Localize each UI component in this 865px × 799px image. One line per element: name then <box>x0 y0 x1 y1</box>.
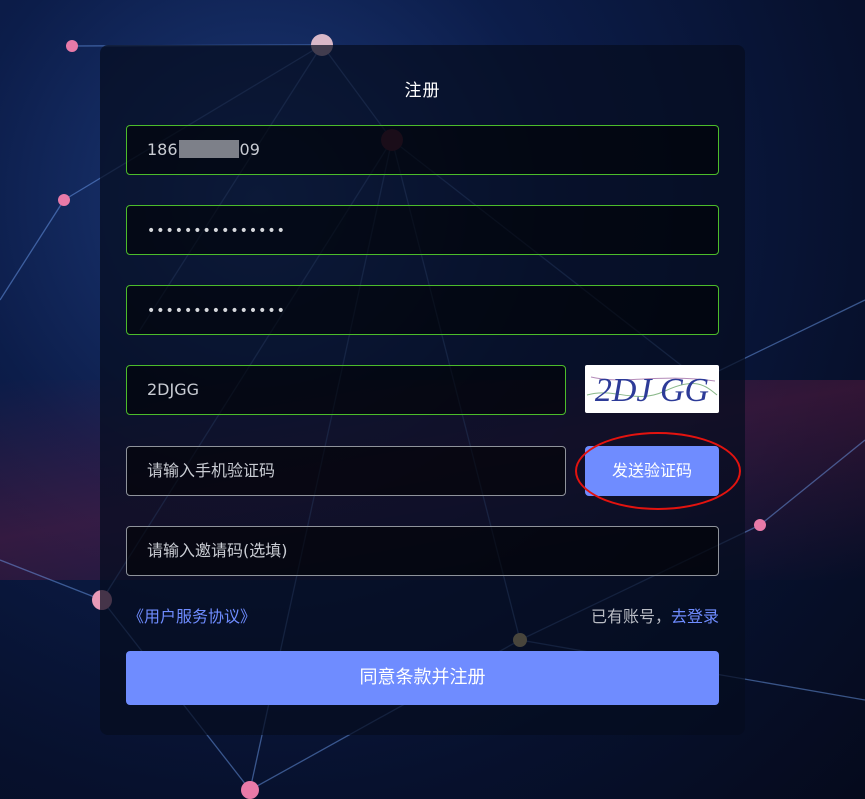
highlight-circle <box>575 432 741 510</box>
sms-code-placeholder: 请输入手机验证码 <box>147 461 276 480</box>
invite-code-input[interactable]: 请输入邀请码(选填) <box>126 526 719 576</box>
phone-prefix: 186 <box>147 140 178 159</box>
captcha-image[interactable]: 2DJ GG <box>585 365 719 413</box>
password-input[interactable]: ••••••••••••••• <box>126 205 719 255</box>
have-account-text: 已有账号， <box>590 607 671 626</box>
captcha-input[interactable]: 2DJGG <box>126 365 566 415</box>
login-link[interactable]: 去登录 <box>671 607 719 626</box>
phone-suffix: 09 <box>239 140 260 159</box>
sms-code-input[interactable]: 请输入手机验证码 <box>126 446 566 496</box>
phone-input[interactable]: 186 09 <box>126 125 719 175</box>
captcha-graphic: 2DJ GG <box>586 372 718 409</box>
captcha-input-value: 2DJGG <box>147 380 200 399</box>
user-agreement-link[interactable]: 《用户服务协议》 <box>128 603 256 627</box>
redaction-mask <box>178 140 239 158</box>
invite-code-placeholder: 请输入邀请码(选填) <box>147 541 288 560</box>
captcha-text: 2DJ GG <box>595 372 709 409</box>
login-prompt: 已有账号，去登录 <box>591 603 719 627</box>
agree-and-register-button[interactable]: 同意条款并注册 <box>126 651 719 705</box>
password-dots: ••••••••••••••• <box>147 223 286 239</box>
confirm-password-input[interactable]: ••••••••••••••• <box>126 285 719 335</box>
confirm-password-dots: ••••••••••••••• <box>147 303 286 319</box>
page-title: 注册 <box>404 81 441 101</box>
